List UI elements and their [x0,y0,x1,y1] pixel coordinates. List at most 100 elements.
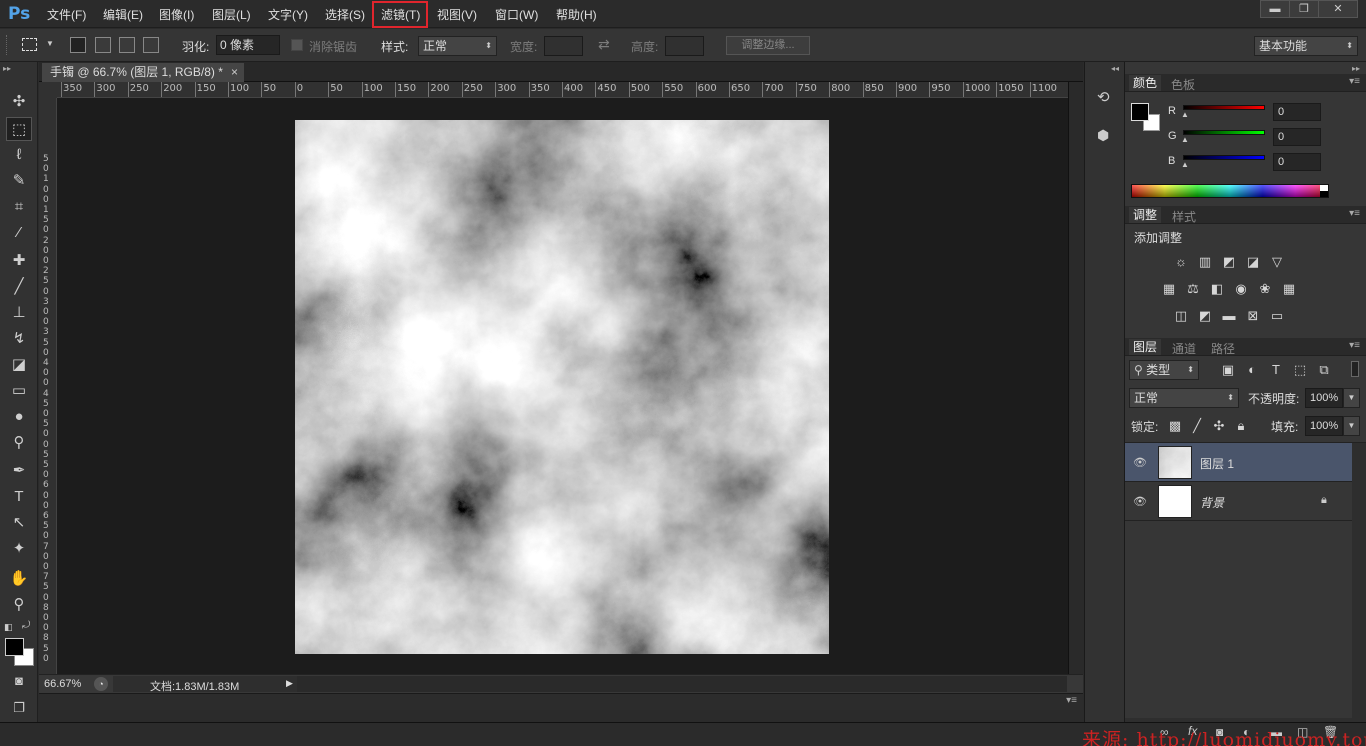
filter-toggle[interactable] [1351,361,1359,377]
eraser-tool-icon[interactable]: ◪ [6,353,32,377]
brush-tool-icon[interactable]: ╱ [6,275,32,299]
brightness-icon[interactable]: ☼ [1173,255,1189,269]
clone-stamp-tool-icon[interactable]: ⊥ [6,301,32,325]
layer-name[interactable]: 背景 [1200,494,1224,511]
menu-layer[interactable]: 图层(L) [212,6,251,23]
properties-panel-icon[interactable]: ⬢ [1097,127,1109,144]
hue-saturation-icon[interactable]: ▦ [1161,282,1177,296]
eye-icon[interactable]: 👁︎ [1133,456,1147,469]
b-value[interactable]: 0 [1273,153,1321,171]
color-balance-icon[interactable]: ⚖ [1185,282,1201,296]
clouds-canvas[interactable] [295,120,829,654]
default-colors-icon[interactable]: ◧ [4,622,13,633]
close-button[interactable]: ✕ [1318,0,1358,18]
tab-adjustments[interactable]: 调整 [1129,207,1162,223]
tab-styles[interactable]: 样式 [1172,208,1196,225]
exposure-icon[interactable]: ◪ [1245,255,1261,269]
dodge-tool-icon[interactable]: ⚲ [6,431,32,455]
fill-dropdown-icon[interactable]: ▼ [1343,416,1360,436]
tab-paths[interactable]: 路径 [1211,340,1235,357]
move-tool-icon[interactable]: ✣ [6,90,32,114]
foreground-color-swatch[interactable] [5,638,24,656]
quick-mask-icon[interactable]: ◙ [6,669,32,693]
filter-smart-icon[interactable]: ⧉ [1316,363,1332,377]
layer-row[interactable]: 👁︎ 图层 1 [1125,443,1352,482]
filter-shape-icon[interactable]: ⬚ [1292,363,1308,377]
swap-colors-icon[interactable]: ⤾ [22,620,30,631]
refine-edge-button[interactable]: 调整边缘... [726,36,810,55]
layers-scrollbar[interactable] [1352,443,1366,719]
history-panel-icon[interactable]: ⟲ [1097,88,1110,106]
opacity-dropdown-icon[interactable]: ▼ [1343,388,1360,408]
intersect-selection-icon[interactable] [143,37,159,53]
width-input[interactable] [544,36,583,56]
lock-position-icon[interactable]: ✣ [1211,419,1227,433]
tab-swatches[interactable]: 色板 [1171,76,1195,93]
panel-menu-icon[interactable]: ▾≡ [1349,208,1360,219]
healing-brush-tool-icon[interactable]: ✚ [6,249,32,273]
layer-name[interactable]: 图层 1 [1200,455,1234,472]
channel-mixer-icon[interactable]: ❀ [1257,282,1273,296]
menu-filter[interactable]: 滤镜(T) [381,6,420,23]
opacity-input[interactable]: 100% [1305,388,1343,408]
tab-close-icon[interactable]: × [231,63,238,82]
tab-layers[interactable]: 图层 [1129,339,1162,355]
horizontal-ruler[interactable]: 350 300 250 200 150 100 50 0 50 100 150 200 250 300 35… [57,82,1068,98]
lock-pixels-icon[interactable]: ╱ [1189,419,1205,433]
vertical-ruler[interactable]: 5010015020025030035040045050055060065070… [39,98,57,674]
color-fg-swatch[interactable] [1131,103,1149,121]
canvas-area[interactable] [57,98,1068,674]
menu-type[interactable]: 文字(Y) [268,6,308,23]
restore-button[interactable]: ❐ [1289,0,1319,18]
gradient-tool-icon[interactable]: ▭ [6,379,32,403]
feather-input[interactable]: 0 像素 [216,35,280,55]
blur-tool-icon[interactable]: ● [6,405,32,429]
new-selection-icon[interactable] [70,37,86,53]
menu-select[interactable]: 选择(S) [325,6,365,23]
antialias-checkbox[interactable] [291,39,303,51]
preset-dropdown-arrow-icon[interactable]: ▼ [46,39,54,48]
menu-file[interactable]: 文件(F) [47,6,86,23]
g-value[interactable]: 0 [1273,128,1321,146]
collapse-dock-icon[interactable]: ▸▸ [1352,64,1360,73]
tab-channels[interactable]: 通道 [1172,340,1196,357]
g-slider-thumb-icon[interactable]: ▲ [1181,135,1189,144]
rect-marquee-tool-icon[interactable]: ⬚ [6,117,32,141]
r-value[interactable]: 0 [1273,103,1321,121]
posterize-icon[interactable]: ◩ [1197,309,1213,323]
history-brush-tool-icon[interactable]: ↯ [6,327,32,351]
path-select-tool-icon[interactable]: ↖ [6,511,32,535]
shape-tool-icon[interactable]: ✦ [6,537,32,561]
lock-all-icon[interactable]: 🔒︎ [1233,419,1249,433]
quick-select-tool-icon[interactable]: ✎ [6,169,32,193]
filter-type-icon[interactable]: T [1268,363,1284,377]
marquee-preset-icon[interactable] [22,38,37,51]
panel-menu-icon[interactable]: ▾≡ [1066,695,1077,706]
subtract-selection-icon[interactable] [119,37,135,53]
height-input[interactable] [665,36,704,56]
zoom-level[interactable]: 66.67% [44,678,81,690]
minimize-button[interactable]: ▬ [1260,0,1290,18]
add-selection-icon[interactable] [95,37,111,53]
panel-menu-icon[interactable]: ▾≡ [1349,340,1360,351]
vibrance-icon[interactable]: ▽ [1269,255,1285,269]
filter-pixel-icon[interactable]: ▣ [1220,363,1236,377]
fill-input[interactable]: 100% [1305,416,1343,436]
panel-menu-icon[interactable]: ▾≡ [1349,76,1360,87]
crop-tool-icon[interactable]: ⌗ [6,195,32,219]
document-tab[interactable]: 手镯 @ 66.7% (图层 1, RGB/8) * × [42,63,244,82]
invert-icon[interactable]: ◫ [1173,309,1189,323]
zoom-tool-icon[interactable]: ⚲ [6,593,32,617]
b-slider[interactable] [1183,155,1265,160]
menu-help[interactable]: 帮助(H) [556,6,597,23]
collapse-toolbar-icon[interactable]: ▸▸ [3,64,11,73]
layer-row[interactable]: 👁︎ 背景 🔒︎ [1125,482,1352,521]
tab-color[interactable]: 颜色 [1129,75,1162,91]
r-slider[interactable] [1183,105,1265,110]
screen-mode-icon[interactable]: ❐ [6,696,32,720]
workspace-select[interactable]: 基本功能 ⬍ [1254,36,1358,56]
menu-view[interactable]: 视图(V) [437,6,477,23]
layer-filter-select[interactable]: ⚲ 类型 ⬍ [1129,360,1199,380]
horizontal-scrollbar[interactable] [297,676,1067,692]
color-lookup-icon[interactable]: ▦ [1281,282,1297,296]
